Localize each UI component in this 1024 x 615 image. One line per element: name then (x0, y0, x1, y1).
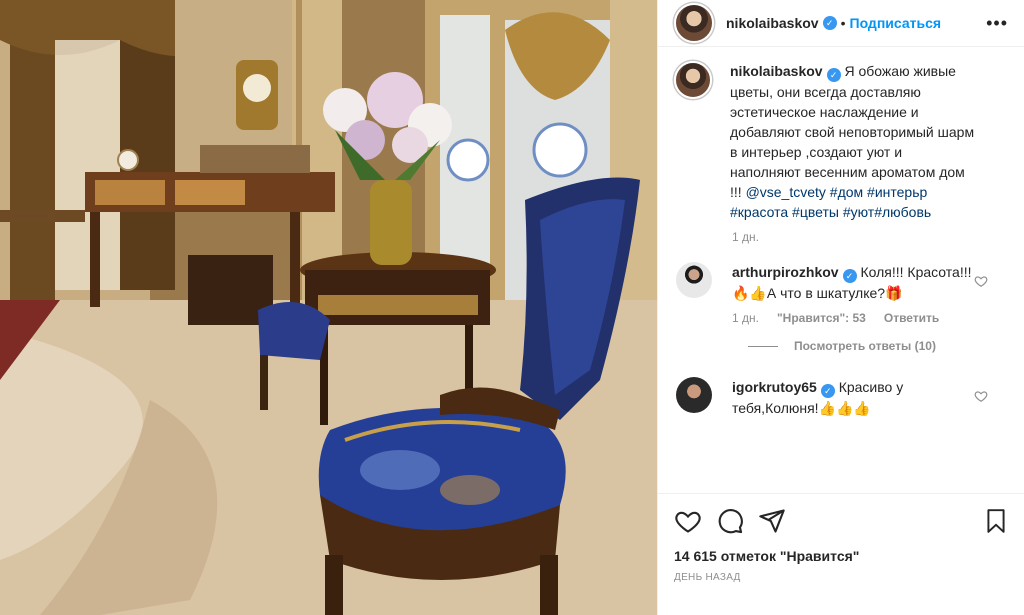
verified-icon: ✓ (822, 16, 837, 30)
comments-feed[interactable]: nikolaibaskov ✓ Я обожаю живые цветы, они… (658, 47, 1024, 489)
reply-button[interactable]: Ответить (884, 311, 939, 325)
comment-username[interactable]: igorkrutoy65 (732, 379, 817, 395)
author-avatar[interactable] (674, 3, 714, 43)
bookmark-icon[interactable] (983, 507, 1009, 535)
follow-button[interactable]: Подписаться (850, 15, 942, 31)
heart-icon[interactable] (674, 507, 702, 535)
caption-body: Я обожаю живые цветы, они всегда доставл… (730, 63, 975, 200)
comment-item: arthurpirozhkov ✓ Коля!!! Красота!!! 🔥👍А … (674, 262, 1008, 303)
author-username[interactable]: nikolaibaskov (726, 15, 819, 31)
verified-icon: ✓ (826, 68, 841, 82)
separator-dot: • (840, 15, 846, 31)
caption-time[interactable]: 1 дн. (732, 230, 759, 244)
heart-icon[interactable] (974, 274, 988, 288)
commenter-avatar[interactable] (676, 262, 712, 298)
post-actions: 14 615 отметок "Нравится" День назад (658, 493, 1024, 583)
share-icon[interactable] (758, 507, 786, 535)
verified-icon: ✓ (842, 269, 857, 283)
caption-meta: 1 дн. (732, 230, 1008, 244)
verified-icon: ✓ (820, 384, 835, 398)
replies-divider (748, 345, 778, 347)
commenter-avatar[interactable] (676, 377, 712, 413)
action-icons (674, 506, 1009, 536)
instagram-post-view: nikolaibaskov ✓ • Подписаться ••• nikola… (0, 0, 1024, 615)
post-timestamp[interactable]: День назад (674, 572, 1009, 583)
caption-username[interactable]: nikolaibaskov (730, 63, 823, 79)
more-icon[interactable]: ••• (986, 13, 1008, 34)
heart-icon[interactable] (974, 389, 988, 403)
comment-time[interactable]: 1 дн. (732, 311, 759, 325)
comment-icon[interactable] (716, 507, 744, 535)
post-photo[interactable] (0, 0, 657, 615)
interior-photo-illustration (0, 0, 657, 615)
comment-text: arthurpirozhkov ✓ Коля!!! Красота!!! 🔥👍А … (732, 262, 977, 303)
caption-avatar[interactable] (674, 61, 712, 99)
post-side-panel: nikolaibaskov ✓ • Подписаться ••• nikola… (657, 0, 1024, 615)
comment-username[interactable]: arthurpirozhkov (732, 264, 839, 280)
caption: nikolaibaskov ✓ Я обожаю живые цветы, они… (674, 61, 1008, 222)
comment-meta: 1 дн. "Нравится": 53 Ответить (732, 311, 1008, 325)
caption-text: nikolaibaskov ✓ Я обожаю живые цветы, они… (730, 61, 975, 222)
post-header: nikolaibaskov ✓ • Подписаться ••• (658, 0, 1024, 47)
view-replies[interactable]: Посмотреть ответы (10) (748, 339, 1008, 353)
comment-text: igorkrutoy65 ✓ Красиво у тебя,Колюня!👍👍👍 (732, 377, 977, 418)
comment-likes[interactable]: "Нравится": 53 (777, 311, 866, 325)
comment-item: igorkrutoy65 ✓ Красиво у тебя,Колюня!👍👍👍 (674, 377, 1008, 418)
view-replies-label[interactable]: Посмотреть ответы (10) (794, 339, 936, 353)
likes-count[interactable]: 14 615 отметок "Нравится" (674, 548, 1009, 564)
caption-hashtags[interactable]: @vse_tcvety #дом #интерьр #красота #цвет… (730, 184, 931, 220)
